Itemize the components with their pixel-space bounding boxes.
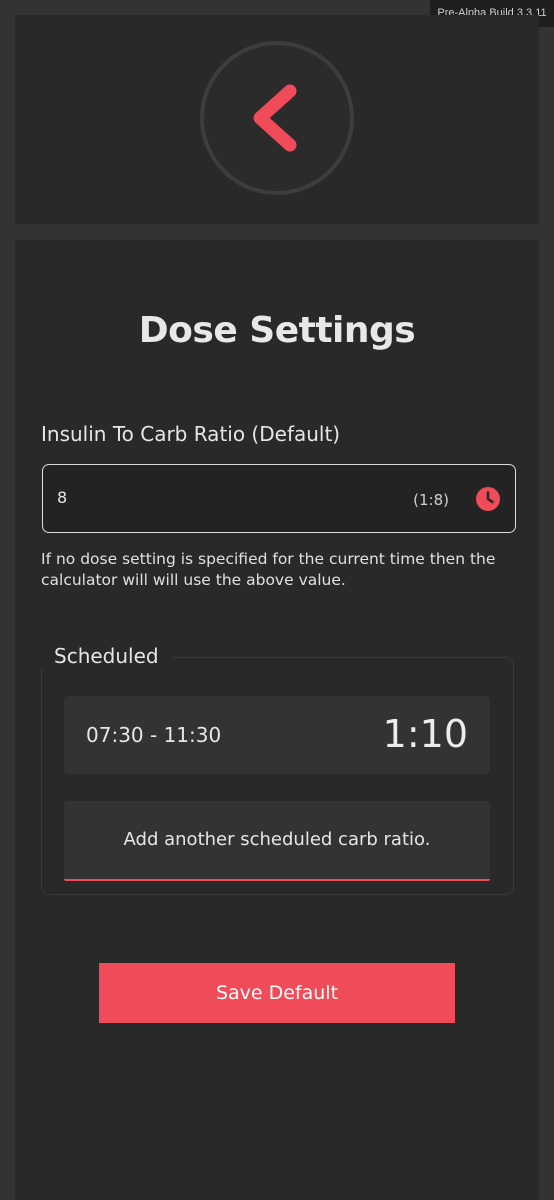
schedule-ratio: 1:10 [382, 712, 468, 756]
back-button[interactable] [200, 41, 354, 195]
ratio-field-label: Insulin To Carb Ratio (Default) [41, 422, 341, 446]
clock-icon[interactable] [475, 486, 501, 512]
chevron-left-icon [253, 84, 297, 152]
page-title: Dose Settings [138, 310, 416, 351]
ratio-display: (1:8) [413, 491, 449, 509]
schedule-item[interactable]: 07:30 - 11:30 1:10 [64, 696, 490, 774]
default-ratio-input[interactable]: 8 (1:8) [42, 464, 516, 533]
dose-settings-panel: Dose Settings Insulin To Carb Ratio (Def… [15, 240, 539, 1200]
ratio-help-text: If no dose setting is specified for the … [41, 550, 496, 589]
add-scheduled-ratio-button[interactable]: Add another scheduled carb ratio. [64, 801, 490, 881]
scheduled-legend: Scheduled [41, 644, 172, 668]
save-default-button[interactable]: Save Default [99, 963, 455, 1023]
schedule-time-range: 07:30 - 11:30 [86, 723, 222, 747]
ratio-input-value[interactable]: 8 [57, 488, 67, 507]
header-panel [15, 15, 539, 224]
